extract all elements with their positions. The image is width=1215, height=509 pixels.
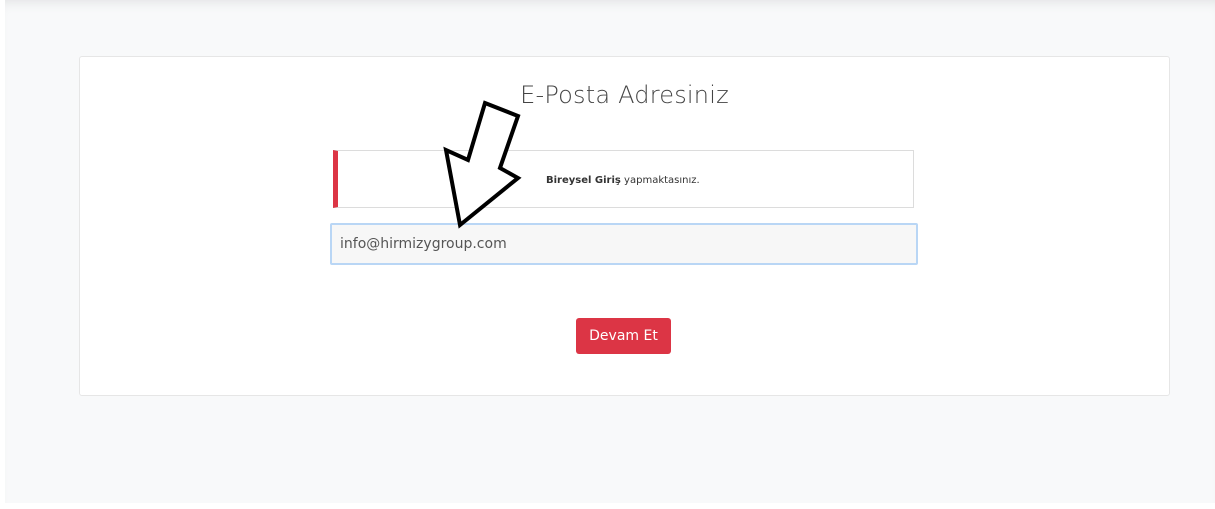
notice-box: Bireysel Giriş yapmaktasınız.	[333, 150, 914, 208]
down-left-arrow-icon	[443, 100, 522, 229]
notice-text: Bireysel Giriş yapmaktasınız.	[546, 175, 700, 186]
email-field[interactable]	[330, 223, 918, 265]
login-card: E-Posta Adresiniz Bireysel Giriş yapmakt…	[79, 56, 1170, 396]
notice-bold-text: Bireysel Giriş	[546, 175, 621, 186]
page-background: E-Posta Adresiniz Bireysel Giriş yapmakt…	[5, 0, 1215, 503]
notice-rest-text: yapmaktasınız.	[620, 175, 700, 186]
page-title: E-Posta Adresiniz	[520, 81, 729, 109]
continue-button[interactable]: Devam Et	[576, 318, 671, 354]
